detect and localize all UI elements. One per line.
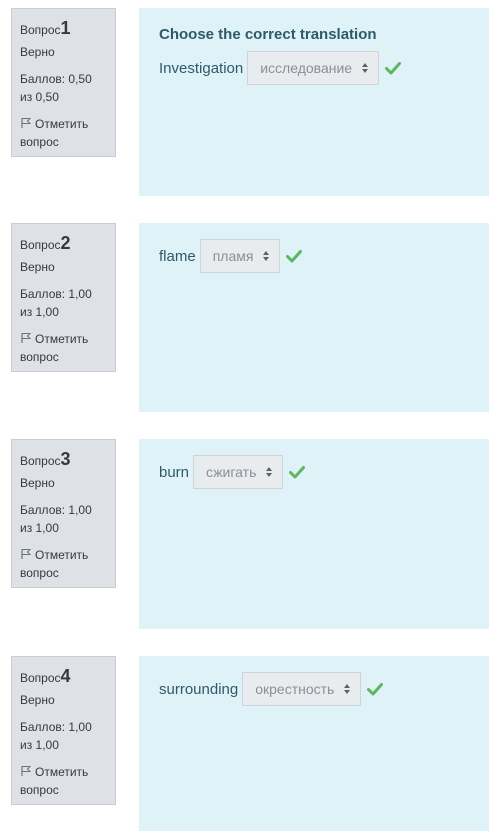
question-number: 3 xyxy=(60,449,71,469)
translation-select[interactable]: окрестность xyxy=(242,672,362,706)
check-icon xyxy=(289,466,306,479)
answer-row: surrounding окрестность xyxy=(159,672,469,706)
question-grade: Баллов: 1,00 из 1,00 xyxy=(20,503,92,535)
question-text: Choose the correct translation xyxy=(159,26,377,43)
question-number: 2 xyxy=(60,233,71,253)
flag-icon xyxy=(21,333,32,343)
question-content-4: surrounding окрестность xyxy=(139,656,489,831)
flag-question-link[interactable]: Отметить вопрос xyxy=(20,763,107,799)
question-grade: Баллов: 1,00 из 1,00 xyxy=(20,720,92,752)
question-state: Верно xyxy=(20,693,55,707)
question-label: Вопрос xyxy=(20,23,61,37)
question-number-line: Вопрос3 xyxy=(20,448,107,472)
question-label: Вопрос xyxy=(20,238,61,252)
flag-question-link[interactable]: Отметить вопрос xyxy=(20,330,107,366)
answer-word: burn xyxy=(159,463,190,481)
answer-row: Investigation исследование xyxy=(159,51,469,85)
answer-row: burn сжигать xyxy=(159,455,469,489)
check-icon xyxy=(367,683,384,696)
question-content-1: Choose the correct translation Investiga… xyxy=(139,8,489,196)
select-arrows-icon xyxy=(263,251,270,261)
question-number-line: Вопрос2 xyxy=(20,232,107,256)
question-grade: Баллов: 0,50 из 0,50 xyxy=(20,72,92,104)
quiz-review-page: Вопрос1 Верно Баллов: 0,50 из 0,50 Отмет… xyxy=(0,0,489,831)
translation-select[interactable]: сжигать xyxy=(193,455,284,489)
selected-value: окрестность xyxy=(255,681,335,697)
question-content-2: flame пламя xyxy=(139,223,489,412)
flag-question-link[interactable]: Отметить вопрос xyxy=(20,115,107,151)
select-arrows-icon xyxy=(344,684,351,694)
question-info-4: Вопрос4 Верно Баллов: 1,00 из 1,00 Отмет… xyxy=(11,656,116,805)
question-label: Вопрос xyxy=(20,671,61,685)
question-info-2: Вопрос2 Верно Баллов: 1,00 из 1,00 Отмет… xyxy=(11,223,116,372)
translation-select[interactable]: пламя xyxy=(199,239,281,273)
check-icon xyxy=(286,250,303,263)
answer-word: Investigation xyxy=(159,59,244,77)
select-arrows-icon xyxy=(266,467,273,477)
selected-value: исследование xyxy=(260,60,353,76)
question-number: 1 xyxy=(60,18,71,38)
selected-value: пламя xyxy=(212,248,254,264)
question-info-1: Вопрос1 Верно Баллов: 0,50 из 0,50 Отмет… xyxy=(11,8,116,157)
question-number: 4 xyxy=(60,666,71,686)
question-content-3: burn сжигать xyxy=(139,439,489,629)
question-label: Вопрос xyxy=(20,454,61,468)
flag-icon xyxy=(21,766,32,776)
question-number-line: Вопрос1 xyxy=(20,17,107,41)
question-state: Верно xyxy=(20,476,55,490)
flag-icon xyxy=(21,549,32,559)
answer-row: flame пламя xyxy=(159,239,469,273)
answer-word: flame xyxy=(159,247,196,265)
translation-select[interactable]: исследование xyxy=(247,51,380,85)
check-icon xyxy=(385,62,402,75)
question-grade: Баллов: 1,00 из 1,00 xyxy=(20,287,92,319)
question-info-3: Вопрос3 Верно Баллов: 1,00 из 1,00 Отмет… xyxy=(11,439,116,588)
answer-word: surrounding xyxy=(159,680,239,698)
selected-value: сжигать xyxy=(206,464,257,480)
question-number-line: Вопрос4 xyxy=(20,665,107,689)
question-state: Верно xyxy=(20,260,55,274)
question-state: Верно xyxy=(20,45,55,59)
flag-icon xyxy=(21,118,32,128)
select-arrows-icon xyxy=(362,63,369,73)
flag-question-link[interactable]: Отметить вопрос xyxy=(20,546,107,582)
